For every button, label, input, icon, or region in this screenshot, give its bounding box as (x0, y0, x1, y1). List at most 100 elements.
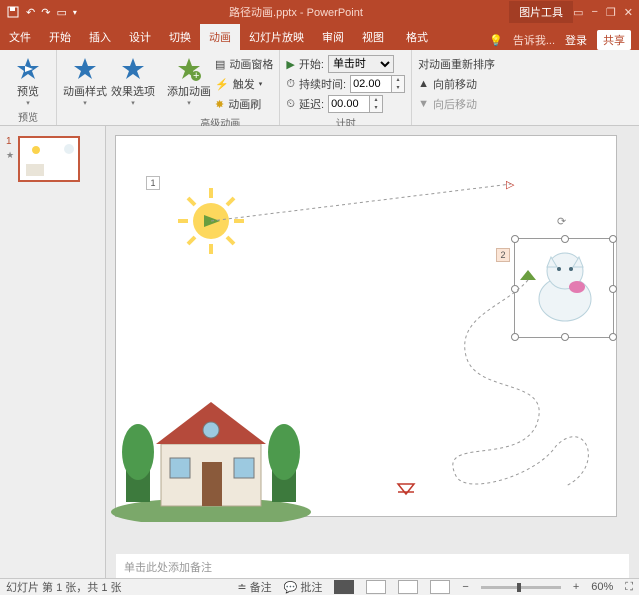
delay-up[interactable]: ▴ (370, 96, 382, 104)
tab-insert[interactable]: 插入 (80, 24, 120, 50)
delay-input[interactable] (328, 95, 370, 113)
slide-thumbnail-1[interactable]: 1 ★ (4, 136, 101, 182)
group-label-animation (63, 112, 155, 125)
normal-view-button[interactable] (334, 580, 354, 594)
star-icon (72, 56, 98, 82)
group-preview: 预览▾ 预览 (0, 50, 57, 125)
undo-icon[interactable]: ↶ (26, 6, 35, 19)
close-icon[interactable]: ✕ (624, 6, 633, 19)
handle-n[interactable] (561, 235, 569, 243)
zoom-out-button[interactable]: − (462, 581, 468, 593)
slide-canvas[interactable]: 1 ▷ 2 ⟳ (116, 136, 616, 516)
start-select[interactable]: 单击时 (328, 55, 394, 73)
handle-w[interactable] (511, 285, 519, 293)
play-icon: ▶ (286, 58, 294, 71)
sun-shape[interactable] (176, 186, 246, 256)
duration-input[interactable] (350, 75, 392, 93)
star-icon (120, 56, 146, 82)
ribbon: 预览▾ 预览 动画样式▾ 效果选项▾ + 添加动画▾ ▤动画窗格 ⚡ (0, 50, 639, 126)
delay-icon: ⏲ (286, 98, 295, 111)
quick-access: ↶ ↷ ▭ ▾ (0, 5, 83, 19)
handle-e[interactable] (609, 285, 617, 293)
ribbon-options-icon[interactable]: ▭ (573, 6, 583, 19)
tab-design[interactable]: 设计 (120, 24, 160, 50)
house-image[interactable] (106, 362, 316, 522)
tab-view[interactable]: 视图 (353, 24, 393, 50)
cat-image[interactable] (515, 239, 615, 339)
handle-sw[interactable] (511, 333, 519, 341)
slideshow-view-button[interactable] (430, 580, 450, 594)
work-area: 1 ★ 1 ▷ 2 ⟳ (0, 126, 639, 578)
share-button[interactable]: 共享 (597, 30, 631, 50)
handle-se[interactable] (609, 333, 617, 341)
group-reorder: 对动画重新排序 ▲向前移动 ▼向后移动 (412, 50, 501, 125)
sorter-view-button[interactable] (366, 580, 386, 594)
group-advanced: + 添加动画▾ ▤动画窗格 ⚡触发 ▾ ✸动画刷 高级动画 (161, 50, 280, 125)
thumbnail-pane[interactable]: 1 ★ (0, 126, 106, 578)
animation-pane-button[interactable]: ▤动画窗格 (215, 54, 273, 74)
handle-ne[interactable] (609, 235, 617, 243)
add-animation-button[interactable]: + 添加动画▾ (167, 52, 211, 107)
animation-indicator-icon: ★ (6, 150, 14, 161)
zoom-in-button[interactable]: + (573, 581, 579, 593)
duration-up[interactable]: ▴ (392, 76, 404, 84)
qat-more-icon[interactable]: ▾ (73, 8, 77, 17)
animation-styles-button[interactable]: 动画样式▾ (63, 52, 107, 107)
clock-icon: ⏱ (286, 78, 295, 91)
tab-format[interactable]: 格式 (397, 24, 437, 50)
contextual-tab-title: 图片工具 (509, 1, 573, 23)
slide-editor[interactable]: 1 ▷ 2 ⟳ (106, 126, 639, 578)
notes-toggle[interactable]: ≐ 备注 (237, 579, 271, 595)
preview-button[interactable]: 预览▾ (6, 52, 50, 107)
zoom-level[interactable]: 60% (591, 581, 613, 593)
minimize-icon[interactable]: − (591, 6, 597, 19)
status-bar: 幻灯片 第 1 张，共 1 张 ≐ 备注 💬 批注 − + 60% ⛶ (0, 578, 639, 595)
title-bar: ↶ ↷ ▭ ▾ 路径动画.pptx - PowerPoint 图片工具 ▭ − … (0, 0, 639, 24)
up-arrow-icon: ▲ (418, 78, 429, 90)
notes-pane[interactable]: 单击此处添加备注 (116, 550, 629, 578)
down-arrow-icon: ▼ (418, 98, 429, 110)
tab-file[interactable]: 文件 (0, 24, 40, 50)
effect-options-button[interactable]: 效果选项▾ (111, 52, 155, 107)
tab-slideshow[interactable]: 幻灯片放映 (240, 24, 313, 50)
start-row: ▶ 开始: 单击时 (286, 54, 405, 74)
tell-me-icon[interactable]: 💡 (489, 34, 503, 47)
star-icon (15, 56, 41, 82)
group-timing: ▶ 开始: 单击时 ⏱ 持续时间: ▴▾ ⏲ 延迟: ▴▾ 计时 (280, 50, 412, 125)
duration-down[interactable]: ▾ (392, 84, 404, 92)
comments-toggle[interactable]: 💬 批注 (284, 579, 323, 595)
tab-transitions[interactable]: 切换 (160, 24, 200, 50)
delay-down[interactable]: ▾ (370, 104, 382, 112)
signin-link[interactable]: 登录 (565, 32, 587, 48)
lightning-icon: ⚡ (215, 78, 229, 91)
pane-icon: ▤ (215, 58, 225, 71)
selection-box[interactable]: ⟳ (514, 238, 614, 338)
animation-tag-1[interactable]: 1 (146, 176, 160, 190)
restore-icon[interactable]: ❐ (606, 6, 616, 19)
tab-review[interactable]: 审阅 (313, 24, 353, 50)
painter-icon: ✸ (215, 98, 224, 111)
handle-nw[interactable] (511, 235, 519, 243)
tab-animations[interactable]: 动画 (200, 24, 240, 50)
fit-to-window-button[interactable]: ⛶ (625, 581, 633, 594)
zoom-slider[interactable] (481, 586, 561, 589)
slide-counter: 幻灯片 第 1 张，共 1 张 (6, 579, 122, 595)
animation-tag-2[interactable]: 2 (496, 248, 510, 262)
save-icon[interactable] (6, 5, 20, 19)
trigger-button[interactable]: ⚡触发 ▾ (215, 74, 273, 94)
tell-me-text[interactable]: 告诉我... (513, 32, 555, 48)
handle-s[interactable] (561, 333, 569, 341)
group-animation: 动画样式▾ 效果选项▾ (57, 50, 161, 125)
move-later-button[interactable]: ▼向后移动 (418, 94, 495, 114)
animation-painter-button[interactable]: ✸动画刷 (215, 94, 273, 114)
redo-icon[interactable]: ↷ (41, 6, 50, 19)
tab-home[interactable]: 开始 (40, 24, 80, 50)
duration-row: ⏱ 持续时间: ▴▾ (286, 74, 405, 94)
move-earlier-button[interactable]: ▲向前移动 (418, 74, 495, 94)
window-title: 路径动画.pptx - PowerPoint (83, 4, 509, 20)
rotate-handle-icon[interactable]: ⟳ (557, 215, 566, 228)
reading-view-button[interactable] (398, 580, 418, 594)
group-label-preview: 预览 (6, 108, 50, 125)
start-from-beginning-icon[interactable]: ▭ (56, 6, 66, 19)
svg-text:▷: ▷ (506, 179, 515, 191)
